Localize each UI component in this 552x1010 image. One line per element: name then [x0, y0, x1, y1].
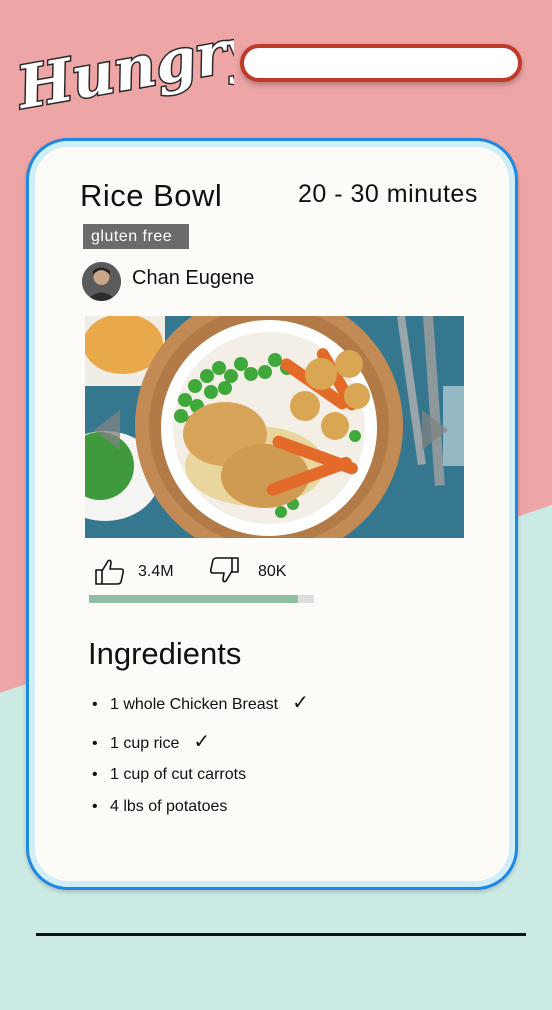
dislikes-count: 80K	[258, 563, 287, 580]
ingredients-heading: Ingredients	[88, 636, 242, 671]
author-avatar[interactable]	[82, 262, 121, 301]
arrow-right-icon[interactable]	[422, 410, 448, 450]
ingredient-item[interactable]: • 1 cup rice ✓	[92, 729, 210, 754]
recipe-title: Rice Bowl	[80, 178, 223, 213]
ingredient-item[interactable]: • 1 cup of cut carrots	[92, 766, 246, 784]
bottom-divider	[36, 933, 526, 936]
logo-text: Hungry	[14, 18, 234, 118]
cook-time: 20 - 30 minutes	[298, 180, 478, 208]
like-ratio-bar	[89, 595, 314, 603]
like-ratio-fill	[89, 595, 299, 603]
ingredient-item[interactable]: • 1 whole Chicken Breast ✓	[92, 690, 309, 715]
likes-count: 3.4M	[138, 563, 174, 580]
checkmark-icon: ✓	[193, 731, 211, 753]
recipe-photo	[85, 316, 464, 538]
arrow-left-icon[interactable]	[94, 410, 120, 450]
search-input[interactable]	[240, 44, 522, 82]
author-name[interactable]: Chan Eugene	[132, 267, 254, 290]
thumbs-down-icon[interactable]	[208, 556, 240, 584]
ingredient-item[interactable]: • 4 lbs of potatoes	[92, 798, 227, 816]
diet-tag[interactable]: gluten free	[83, 224, 189, 249]
checkmark-icon: ✓	[292, 692, 309, 714]
app-logo[interactable]: Hungry	[14, 18, 234, 118]
thumbs-up-icon[interactable]	[94, 558, 126, 586]
